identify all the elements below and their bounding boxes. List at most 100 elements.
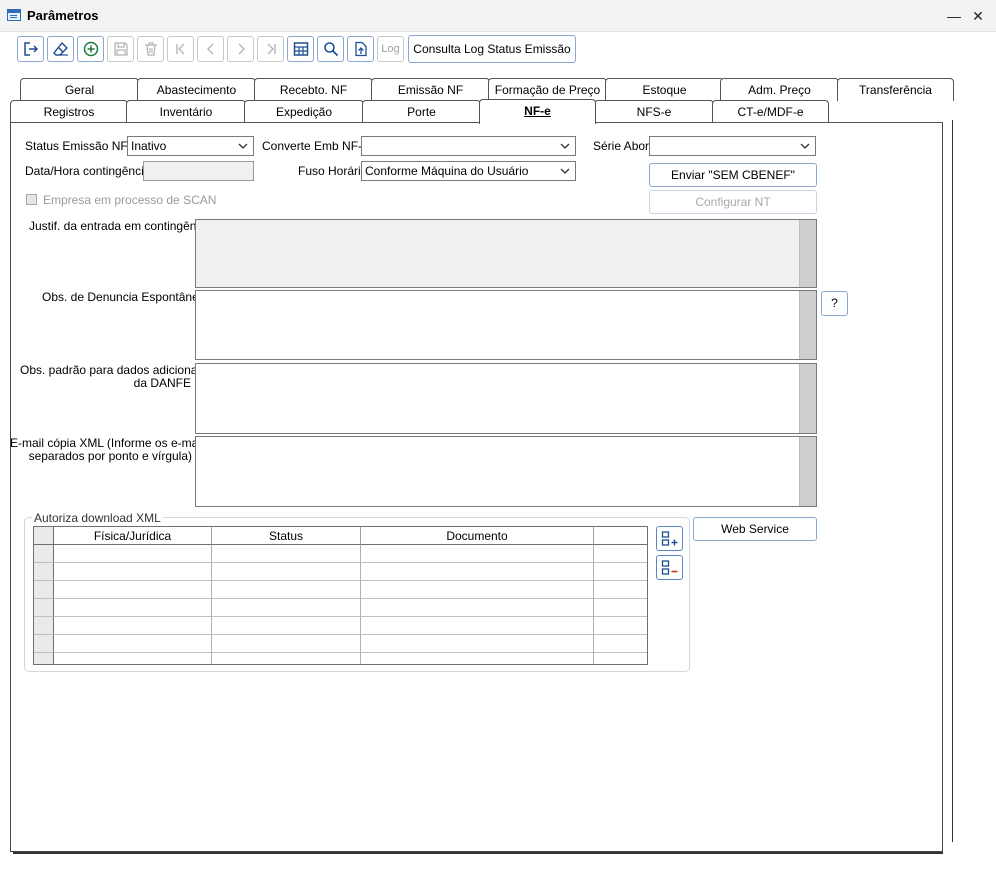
next-record-button[interactable] xyxy=(227,36,254,62)
minimize-button[interactable]: — xyxy=(943,5,965,27)
grid-cell[interactable] xyxy=(361,545,594,563)
obs-padrao-scrollbar[interactable] xyxy=(799,364,816,433)
add-row-button[interactable] xyxy=(656,526,683,551)
obs-padrao-textarea[interactable] xyxy=(195,363,817,434)
configurar-nt-button[interactable]: Configurar NT xyxy=(649,190,817,214)
email-scrollbar[interactable] xyxy=(799,437,816,506)
grid-cell[interactable] xyxy=(54,581,212,599)
grid-header-extra xyxy=(594,527,647,545)
chevron-down-icon xyxy=(238,143,248,149)
grid-cell[interactable] xyxy=(212,617,361,635)
grid-cell[interactable] xyxy=(54,599,212,617)
grid-cell[interactable] xyxy=(594,545,647,563)
grid-row-indicator[interactable] xyxy=(34,545,54,563)
grid-cell[interactable] xyxy=(594,563,647,581)
grid-cell[interactable] xyxy=(594,581,647,599)
tab-porte[interactable]: Porte xyxy=(362,100,481,123)
obs-denuncia-textarea[interactable] xyxy=(195,290,817,360)
justif-textarea[interactable] xyxy=(195,219,817,288)
grid-header-status[interactable]: Status xyxy=(212,527,361,545)
grid-cell[interactable] xyxy=(594,653,647,664)
grid-cell[interactable] xyxy=(54,563,212,581)
tab-expedicao[interactable]: Expedição xyxy=(244,100,364,123)
exit-button[interactable] xyxy=(17,36,44,62)
tab-inventario[interactable]: Inventário xyxy=(126,100,246,123)
save-button[interactable] xyxy=(107,36,134,62)
tab-abastecimento[interactable]: Abastecimento xyxy=(137,78,256,101)
tab-registros[interactable]: Registros xyxy=(10,100,128,123)
grid-cell[interactable] xyxy=(594,635,647,653)
tab-nfse[interactable]: NFS-e xyxy=(594,100,714,123)
grid-cell[interactable] xyxy=(361,635,594,653)
help-button[interactable]: ? xyxy=(821,291,848,316)
autoriza-grid[interactable]: Física/Jurídica Status Documento xyxy=(33,526,648,665)
tab-recebto-nf[interactable]: Recebto. NF xyxy=(254,78,373,101)
tab-nfe[interactable]: NF-e xyxy=(479,99,596,124)
justif-scrollbar[interactable] xyxy=(799,220,816,287)
remove-row-icon xyxy=(661,559,677,575)
serie-abort-label: Série Abort xyxy=(593,139,653,153)
first-record-button[interactable] xyxy=(167,36,194,62)
grid-cell[interactable] xyxy=(212,635,361,653)
data-hora-input[interactable] xyxy=(143,161,254,181)
last-record-button[interactable] xyxy=(257,36,284,62)
tab-nfe-label: NF-e xyxy=(524,104,551,118)
grid-cell[interactable] xyxy=(54,635,212,653)
grid-cell[interactable] xyxy=(594,617,647,635)
grid-row-indicator[interactable] xyxy=(34,581,54,599)
tab-estoque[interactable]: Estoque xyxy=(605,78,724,101)
tab-geral[interactable]: Geral xyxy=(20,78,139,101)
email-textarea[interactable] xyxy=(195,436,817,507)
grid-row-indicator[interactable] xyxy=(34,599,54,617)
grid-cell[interactable] xyxy=(361,653,594,664)
web-service-button[interactable]: Web Service xyxy=(693,517,817,541)
remove-row-button[interactable] xyxy=(656,555,683,580)
save-icon xyxy=(113,42,128,56)
tab-emissao-nf[interactable]: Emissão NF xyxy=(371,78,490,101)
first-icon xyxy=(175,43,184,55)
grid-cell[interactable] xyxy=(361,581,594,599)
grid-cell[interactable] xyxy=(361,617,594,635)
add-row-icon xyxy=(661,530,677,546)
converte-emb-select[interactable] xyxy=(361,136,576,156)
scan-checkbox[interactable] xyxy=(26,194,37,205)
grid-cell[interactable] xyxy=(54,545,212,563)
consulta-log-button[interactable]: Consulta Log Status Emissão xyxy=(408,35,576,63)
grid-cell[interactable] xyxy=(361,563,594,581)
previous-record-button[interactable] xyxy=(197,36,224,62)
export-button[interactable] xyxy=(347,36,374,62)
tab-cte-mdfe[interactable]: CT-e/MDF-e xyxy=(712,100,829,123)
log-button[interactable]: Log xyxy=(377,36,404,62)
eraser-icon xyxy=(52,41,68,56)
grid-cell[interactable] xyxy=(212,563,361,581)
grid-cell[interactable] xyxy=(54,617,212,635)
add-button[interactable] xyxy=(77,36,104,62)
search-button[interactable] xyxy=(317,36,344,62)
grid-row-indicator[interactable] xyxy=(34,563,54,581)
grid-row-indicator[interactable] xyxy=(34,653,54,664)
tab-formacao-preco[interactable]: Formação de Preço xyxy=(488,78,607,101)
grid-cell[interactable] xyxy=(594,599,647,617)
table-icon xyxy=(293,42,308,56)
grid-cell[interactable] xyxy=(212,599,361,617)
grid-cell[interactable] xyxy=(212,545,361,563)
obs-denuncia-scrollbar[interactable] xyxy=(799,291,816,359)
enviar-sem-cbenef-button[interactable]: Enviar "SEM CBENEF" xyxy=(649,163,817,187)
grid-cell[interactable] xyxy=(212,653,361,664)
grid-cell[interactable] xyxy=(54,653,212,664)
fuso-horario-select[interactable]: Conforme Máquina do Usuário xyxy=(361,161,576,181)
tab-adm-preco[interactable]: Adm. Preço xyxy=(720,78,839,101)
grid-cell[interactable] xyxy=(361,599,594,617)
grid-row-indicator[interactable] xyxy=(34,635,54,653)
tab-transferencia[interactable]: Transferência xyxy=(837,78,954,101)
clear-button[interactable] xyxy=(47,36,74,62)
serie-abort-select[interactable] xyxy=(649,136,816,156)
close-button[interactable]: ✕ xyxy=(967,5,989,27)
grid-header-documento[interactable]: Documento xyxy=(361,527,594,545)
delete-button[interactable] xyxy=(137,36,164,62)
grid-row-indicator[interactable] xyxy=(34,617,54,635)
grid-header-fisica[interactable]: Física/Jurídica xyxy=(54,527,212,545)
grid-cell[interactable] xyxy=(212,581,361,599)
status-emissao-select[interactable]: Inativo xyxy=(127,136,254,156)
grid-view-button[interactable] xyxy=(287,36,314,62)
